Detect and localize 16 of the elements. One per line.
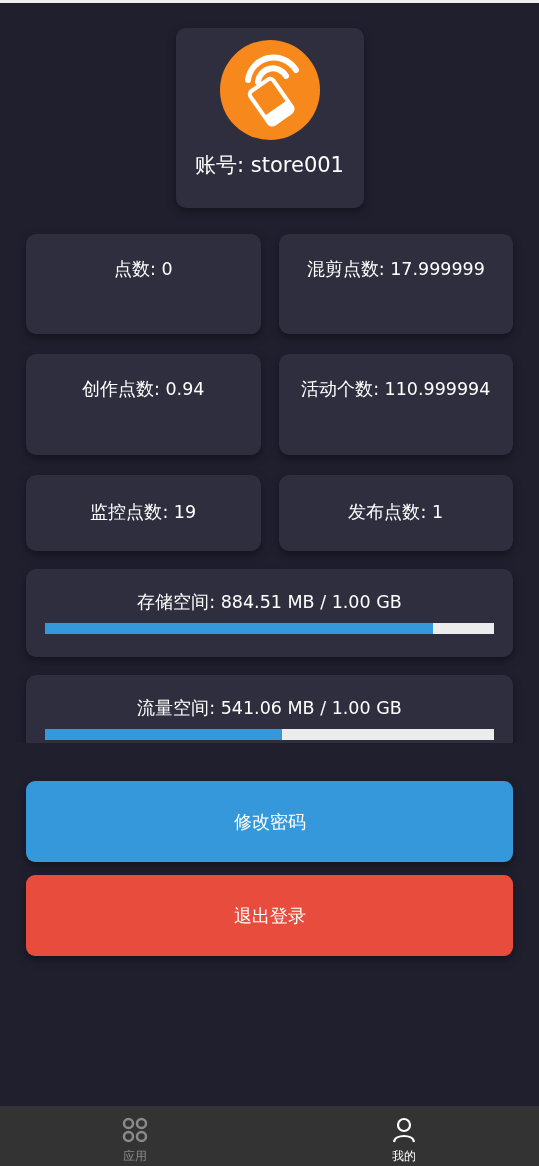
stat-label: 监控点数: 19 xyxy=(90,501,197,524)
quota-label: 存储空间: 884.51 MB / 1.00 GB xyxy=(136,591,403,614)
stat-label: 发布点数: 1 xyxy=(348,501,444,524)
tab-item[interactable]: 我的 xyxy=(269,1106,539,1166)
logo-icon xyxy=(219,40,320,140)
stat-label: 点数: 0 xyxy=(113,258,173,281)
quota-label: 流量空间: 541.06 MB / 1.00 GB xyxy=(136,697,403,720)
change-password-button[interactable]: 修改密码 xyxy=(26,781,513,862)
tab-item[interactable]: 应用 xyxy=(0,1106,270,1166)
account-label: 账号: store001 xyxy=(195,152,344,179)
stat-label: 混剪点数: 17.999999 xyxy=(306,258,485,281)
person-icon xyxy=(392,1117,417,1143)
grid-icon xyxy=(121,1117,148,1143)
stat-label: 创作点数: 0.94 xyxy=(82,378,205,401)
logout-button[interactable]: 退出登录 xyxy=(26,875,513,956)
stat-label: 活动个数: 110.999994 xyxy=(301,378,491,401)
